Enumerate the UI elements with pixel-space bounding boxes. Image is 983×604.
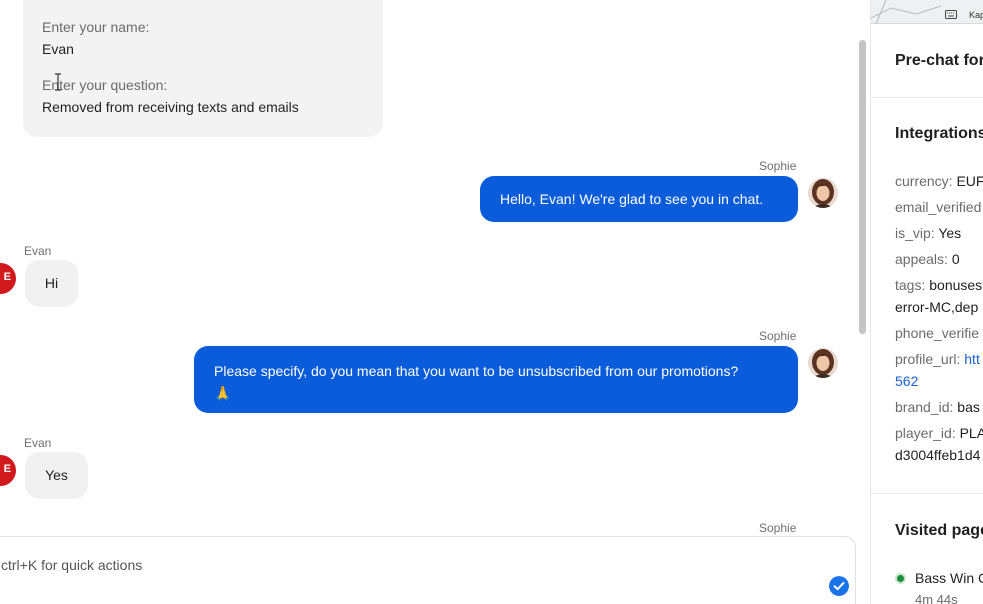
field-key: currency: (895, 173, 953, 189)
field-currency: currency: EUF (895, 170, 983, 192)
user-avatar: E (0, 263, 16, 294)
chat-pane: Enter your name: Evan Enter your questio… (0, 0, 870, 604)
integrations-section-title[interactable]: Integrations (895, 125, 983, 143)
map-roads (871, 0, 942, 25)
text-cursor-icon (55, 73, 61, 91)
customer-details-panel: Kap Pre-chat for Integrations currency: … (870, 0, 983, 604)
composer-input[interactable] (1, 557, 701, 573)
field-value: bonuses (929, 277, 983, 293)
field-profile-url: profile_url: htt 562 (895, 348, 980, 392)
field-key: brand_id: (895, 399, 954, 415)
user-message-bubble: Hi (25, 260, 78, 307)
message-sender: Sophie (759, 159, 797, 173)
field-key: email_verified (895, 199, 982, 215)
agent-message-bubble: Hello, Evan! We're glad to see you in ch… (480, 176, 798, 222)
message-text: Please specify, do you mean that you wan… (214, 363, 739, 379)
field-player-id: player_id: PLA d3004ffeb1d4 (895, 422, 983, 466)
field-brand-id: brand_id: bas (895, 396, 980, 418)
field-tags: tags: bonuses error-MC,dep (895, 274, 982, 318)
user-message-bubble: Yes (25, 452, 88, 499)
message-text: Hello, Evan! We're glad to see you in ch… (500, 191, 764, 207)
field-is-vip: is_vip: Yes (895, 222, 961, 244)
field-key: is_vip: (895, 225, 935, 241)
check-icon[interactable] (829, 576, 849, 596)
field-value: 0 (951, 251, 960, 267)
message-sender: Evan (24, 436, 52, 450)
message-sender: Sophie (759, 521, 797, 535)
section-divider (871, 97, 983, 98)
message-text: Hi (44, 275, 59, 291)
user-avatar: E (0, 455, 16, 486)
agent-avatar-image (808, 178, 838, 208)
agent-avatar-image (808, 348, 838, 378)
visited-page-title[interactable]: Bass Win C (915, 570, 983, 586)
chat-scrollbar-thumb[interactable] (859, 40, 866, 334)
field-key: appeals: (895, 251, 948, 267)
field-value: bas (957, 399, 980, 415)
visited-page-time: 4m 44s (915, 592, 958, 604)
field-key: phone_verifie (895, 325, 980, 341)
user-avatar-letter: E (3, 463, 11, 475)
online-status-dot (895, 573, 906, 584)
field-key: player_id: (895, 425, 956, 441)
field-value-continued: error-MC,dep (895, 299, 979, 315)
field-email-verified: email_verified (895, 196, 981, 218)
profile-url-link[interactable]: htt (964, 351, 980, 367)
prechat-section-title[interactable]: Pre-chat for (895, 52, 983, 70)
section-divider (871, 493, 983, 494)
keyboard-icon[interactable] (945, 10, 957, 19)
field-key: tags: (895, 277, 926, 293)
pray-emoji: 🙏 (214, 385, 232, 401)
name-label: Enter your name: (42, 19, 150, 35)
message-sender: Evan (24, 244, 52, 258)
user-avatar-letter: E (3, 271, 11, 283)
agent-avatar (808, 348, 838, 378)
map-preview[interactable]: Kap (871, 0, 983, 25)
message-composer[interactable] (0, 536, 856, 604)
message-text: Yes (45, 467, 68, 483)
field-value: EUF (956, 173, 983, 189)
field-appeals: appeals: 0 (895, 248, 960, 270)
field-value-continued: d3004ffeb1d4 (895, 447, 981, 463)
visited-pages-section-title[interactable]: Visited page (895, 522, 983, 540)
app-root: Enter your name: Evan Enter your questio… (0, 0, 983, 604)
field-value: Yes (938, 225, 962, 241)
name-value: Evan (42, 41, 74, 57)
question-value: Removed from receiving texts and emails (42, 99, 299, 115)
message-sender: Sophie (759, 329, 797, 343)
profile-url-link-continued[interactable]: 562 (895, 373, 918, 389)
field-phone-verified: phone_verifie (895, 322, 979, 344)
field-key: profile_url: (895, 351, 961, 367)
agent-message-bubble: Please specify, do you mean that you wan… (194, 346, 798, 413)
agent-avatar (808, 178, 838, 208)
field-value: PLA (959, 425, 983, 441)
map-attribution: Kap (969, 10, 983, 20)
prechat-form-card: Enter your name: Evan Enter your questio… (23, 0, 383, 137)
